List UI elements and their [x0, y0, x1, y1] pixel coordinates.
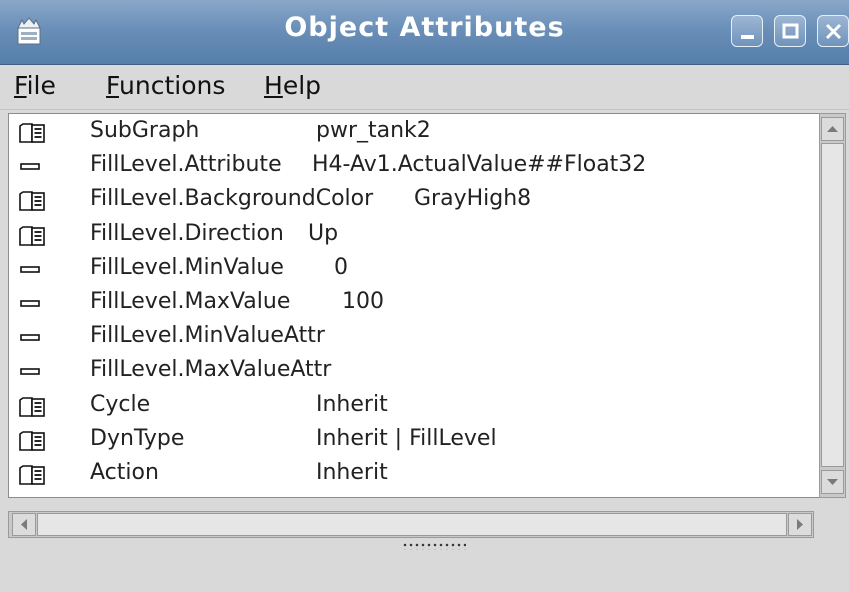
menu-help[interactable]: Help: [264, 71, 321, 100]
attribute-row[interactable]: FillLevel.MaxValue 100: [9, 287, 809, 321]
attribute-row[interactable]: SubGraph pwr_tank2: [9, 116, 809, 150]
window-title: Object Attributes: [284, 12, 565, 43]
folder-icon: [19, 191, 45, 212]
horizontal-scrollbar[interactable]: [8, 511, 814, 538]
folder-icon: [19, 123, 45, 143]
attribute-value[interactable]: Inherit: [316, 392, 388, 417]
close-icon: [825, 23, 842, 40]
folder-icon: [19, 465, 45, 485]
maximize-icon: [782, 23, 799, 39]
attribute-name: SubGraph: [90, 118, 200, 143]
attribute-value[interactable]: 100: [342, 289, 384, 314]
arrow-right-icon: [797, 519, 803, 530]
attribute-row[interactable]: Cycle Inherit: [9, 390, 809, 424]
arrow-left-icon: [21, 519, 27, 530]
attribute-name: FillLevel.MaxValue: [90, 289, 291, 314]
dash-icon: [20, 334, 40, 341]
dash-icon: [20, 300, 40, 307]
maximize-button[interactable]: [774, 15, 806, 47]
attribute-value[interactable]: H4-Av1.ActualValue##Float32: [312, 152, 646, 177]
attribute-value[interactable]: Inherit | FillLevel: [316, 426, 497, 451]
object-attributes-window: Object Attributes File Functions Help Su…: [0, 0, 849, 592]
attribute-row[interactable]: FillLevel.MinValue 0: [9, 253, 809, 287]
folder-icon: [19, 430, 45, 451]
scroll-up-button[interactable]: [821, 117, 844, 141]
vertical-scroll-thumb[interactable]: [821, 143, 844, 467]
title-bar[interactable]: Object Attributes: [0, 0, 849, 65]
scroll-right-button[interactable]: [788, 513, 812, 536]
attribute-value[interactable]: GrayHigh8: [414, 186, 531, 211]
dash-icon: [20, 368, 40, 376]
scroll-left-button[interactable]: [12, 513, 36, 536]
menu-help-mnemonic: H: [264, 71, 283, 100]
arrow-down-icon: [827, 479, 838, 485]
attribute-value[interactable]: Up: [308, 221, 338, 246]
bottom-panel: [8, 556, 846, 592]
close-button[interactable]: [817, 15, 849, 47]
menu-functions-mnemonic: F: [106, 71, 120, 100]
menu-bar: File Functions Help: [0, 65, 849, 110]
folder-icon: [19, 396, 45, 417]
dash-icon: [20, 265, 40, 273]
attribute-value[interactable]: 0: [334, 255, 348, 280]
attribute-row[interactable]: Action Inherit: [9, 458, 809, 492]
vertical-scrollbar[interactable]: [819, 113, 846, 498]
scroll-down-button[interactable]: [821, 470, 844, 494]
attribute-name: FillLevel.MinValue: [90, 254, 284, 280]
folder-icon: [19, 225, 45, 246]
menu-functions[interactable]: Functions: [106, 71, 225, 100]
menu-functions-label: unctions: [119, 71, 226, 100]
attribute-name: FillLevel.BackgroundColor: [90, 186, 374, 212]
dash-icon: [20, 163, 40, 170]
menu-help-label: elp: [282, 71, 322, 100]
attribute-value[interactable]: Inherit: [316, 460, 388, 485]
attribute-row[interactable]: FillLevel.MinValueAttr: [9, 321, 809, 355]
minimize-button[interactable]: [731, 15, 763, 47]
attribute-row[interactable]: DynType Inherit | FillLevel: [9, 424, 809, 458]
attribute-row[interactable]: FillLevel.Attribute H4-Av1.ActualValue##F…: [9, 150, 809, 184]
attribute-name: FillLevel.Attribute: [90, 152, 282, 178]
attribute-name: FillLevel.MinValueAttr: [90, 323, 325, 349]
attribute-name: FillLevel.Direction: [90, 220, 284, 246]
attribute-row[interactable]: FillLevel.Direction Up: [9, 219, 809, 253]
attribute-value[interactable]: pwr_tank2: [316, 118, 431, 143]
horizontal-scroll-thumb[interactable]: [37, 513, 787, 536]
menu-file-mnemonic: F: [14, 71, 27, 100]
attribute-name: FillLevel.MaxValueAttr: [90, 357, 332, 383]
menu-file[interactable]: File: [14, 71, 56, 100]
arrow-up-icon: [827, 126, 838, 132]
minimize-icon: [741, 35, 754, 39]
attribute-name: Cycle: [90, 391, 151, 417]
attribute-list[interactable]: SubGraph pwr_tank2 FillLevel.Attribute H4-A…: [8, 113, 820, 498]
attribute-name: DynType: [90, 425, 185, 451]
attribute-row[interactable]: FillLevel.MaxValueAttr: [9, 355, 809, 389]
attribute-name: Action: [90, 460, 159, 485]
menu-file-label: ile: [26, 71, 56, 100]
attribute-row[interactable]: FillLevel.BackgroundColor GrayHigh8: [9, 184, 809, 218]
pane-resize-handle[interactable]: [402, 542, 466, 550]
